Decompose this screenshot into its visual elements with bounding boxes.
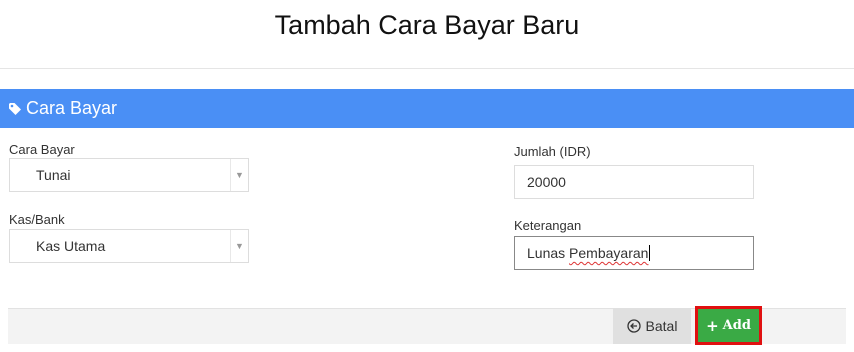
chevron-down-icon: ▼: [230, 159, 248, 191]
keterangan-label: Keterangan: [514, 218, 582, 233]
kas-bank-value: Kas Utama: [36, 238, 106, 254]
keterangan-input[interactable]: Lunas Pembayaran: [514, 236, 754, 270]
title-divider: [0, 68, 854, 69]
jumlah-value: 20000: [527, 174, 566, 190]
page-title: Tambah Cara Bayar Baru: [274, 10, 580, 40]
panel-title: Cara Bayar: [26, 98, 118, 118]
add-button-label: Add: [722, 318, 751, 333]
circle-arrow-left-icon: [626, 319, 641, 333]
panel-header: Cara Bayar: [0, 89, 854, 128]
chevron-down-icon: ▼: [230, 230, 248, 262]
keterangan-value-misspelled: Pembayaran: [569, 245, 649, 261]
cara-bayar-label: Cara Bayar: [9, 142, 75, 157]
jumlah-input[interactable]: 20000: [514, 165, 754, 199]
cara-bayar-select[interactable]: Tunai ▼: [9, 158, 249, 192]
cara-bayar-value: Tunai: [36, 167, 71, 183]
tag-icon: [8, 102, 22, 116]
jumlah-label: Jumlah (IDR): [514, 144, 591, 159]
keterangan-value-prefix: Lunas: [527, 245, 570, 261]
cancel-button[interactable]: Batal: [613, 308, 691, 344]
text-cursor: [649, 245, 651, 261]
add-button[interactable]: + Add: [695, 306, 762, 345]
kas-bank-select[interactable]: Kas Utama ▼: [9, 229, 249, 263]
plus-icon: +: [706, 316, 719, 335]
kas-bank-label: Kas/Bank: [9, 212, 65, 227]
cancel-button-label: Batal: [645, 318, 678, 334]
